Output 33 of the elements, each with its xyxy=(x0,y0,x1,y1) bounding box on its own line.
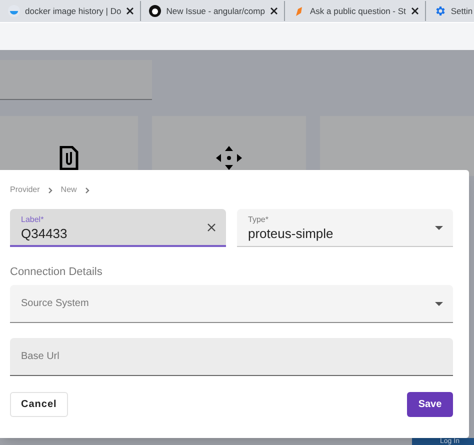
close-icon[interactable] xyxy=(410,7,419,15)
chevron-icon xyxy=(84,186,90,194)
base-url-field[interactable]: Base Url xyxy=(10,338,453,376)
type-select[interactable]: Type* proteus-simple xyxy=(237,209,453,247)
select-placeholder: Source System xyxy=(21,297,90,311)
label-field[interactable]: Label* Q34433 xyxy=(10,209,226,247)
breadcrumb-link[interactable]: New xyxy=(60,184,77,196)
file-attachment-icon xyxy=(59,146,80,170)
dropdown-arrow-icon xyxy=(435,302,443,306)
breadcrumb-link[interactable]: Provider xyxy=(10,184,40,196)
close-icon[interactable] xyxy=(126,7,134,15)
field-label: Type* xyxy=(248,214,270,226)
dropdown-arrow-icon xyxy=(435,226,443,230)
save-button[interactable]: Save xyxy=(407,392,453,417)
tab-title: docker image history | Do xyxy=(25,4,122,18)
browser-tab[interactable]: docker image history | Do xyxy=(6,1,142,21)
browser-tab[interactable]: Settin xyxy=(432,1,474,21)
source-system-select[interactable]: Source System xyxy=(10,285,453,323)
section-title: Connection Details xyxy=(10,265,104,278)
clear-icon[interactable] xyxy=(207,222,216,232)
chevron-icon xyxy=(48,186,53,194)
field-value: proteus-simple xyxy=(248,226,334,241)
browser-tab[interactable]: New Issue - angular/comp xyxy=(147,1,285,21)
field-label: Label* xyxy=(21,214,45,226)
move-arrows-icon xyxy=(216,146,242,170)
close-icon[interactable] xyxy=(270,7,278,15)
tab-title: Ask a public question - St xyxy=(310,4,406,18)
browser-tab[interactable]: Ask a public question - St xyxy=(290,1,426,21)
field-value: Q34433 xyxy=(21,226,68,240)
tab-title: Settin xyxy=(450,4,473,18)
settings-icon xyxy=(434,5,446,17)
cancel-button[interactable]: Cancel xyxy=(10,392,68,417)
tab-title: New Issue - angular/comp xyxy=(166,4,265,18)
